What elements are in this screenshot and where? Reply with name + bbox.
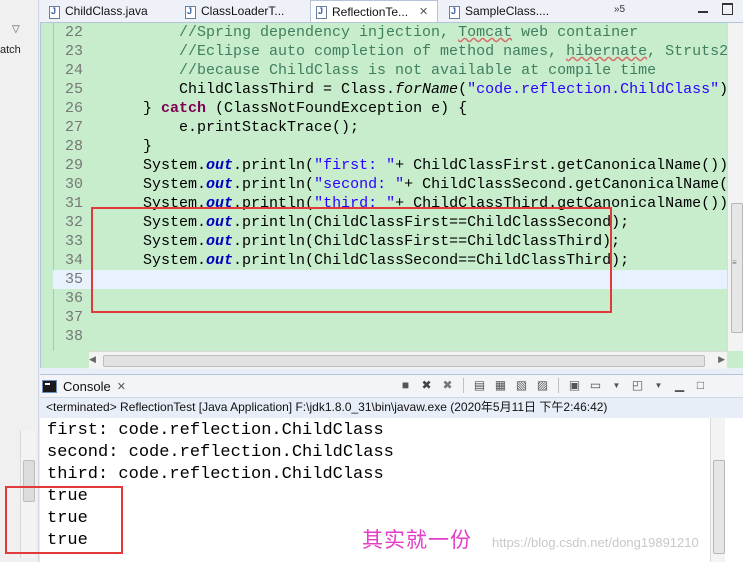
code-text: } (107, 138, 153, 155)
open-console-dropdown-icon[interactable]: ▼ (651, 378, 666, 393)
java-file-icon (184, 5, 196, 19)
code-line[interactable]: 30 System.out.println("second: "+ ChildC… (53, 175, 743, 194)
line-number: 23 (64, 43, 83, 60)
tab-label: ClassLoaderT... (201, 4, 285, 18)
line-number: 31 (64, 195, 83, 212)
line-number: 33 (64, 233, 83, 250)
line-number: 29 (64, 157, 83, 174)
left-panel-label: atch (0, 44, 21, 56)
tab-childclass[interactable]: ChildClass.java (44, 0, 166, 22)
word-wrap-icon[interactable]: ▧ (514, 378, 529, 393)
line-number: 27 (64, 119, 83, 136)
code-text: } catch (ClassNotFoundException e) { (107, 100, 468, 117)
console-output-line: second: code.reflection.ChildClass (47, 443, 394, 462)
code-line[interactable]: 27 e.printStackTrace(); (53, 118, 727, 137)
open-console-icon[interactable]: ◰ (630, 378, 645, 393)
display-console-dropdown-icon[interactable]: ▼ (609, 378, 624, 393)
maximize-icon[interactable]: □ (693, 378, 708, 393)
tab-console[interactable]: Console ✕ (42, 375, 126, 397)
console-output-line: third: code.reflection.ChildClass (47, 465, 384, 484)
code-line[interactable]: 38 (53, 327, 727, 346)
code-text: //Spring dependency injection, Tomcat we… (179, 24, 639, 41)
line-number: 26 (64, 100, 83, 117)
java-file-icon (48, 5, 60, 19)
stop-icon[interactable]: ■ (398, 378, 413, 393)
console-icon (42, 379, 57, 393)
scroll-right-icon[interactable]: ▶ (718, 354, 725, 365)
tab-label: ChildClass.java (65, 4, 148, 18)
code-line[interactable]: 22 //Spring dependency injection, Tomcat… (53, 23, 727, 42)
watermark: https://blog.csdn.net/dong19891210 (492, 535, 699, 550)
code-line[interactable]: 23 //Eclipse auto completion of method n… (53, 42, 729, 61)
code-text: //Eclipse auto completion of method name… (179, 43, 729, 60)
line-number: 34 (64, 252, 83, 269)
annotation-box-output (5, 486, 123, 554)
close-icon[interactable]: ✕ (117, 380, 126, 393)
console-output-line: first: code.reflection.ChildClass (47, 421, 384, 440)
pin-console-icon[interactable]: ▣ (567, 378, 582, 393)
code-text: //because ChildClass is not available at… (179, 62, 657, 79)
java-file-icon (448, 5, 460, 19)
tabs-overflow-button[interactable]: »5 (614, 4, 625, 15)
remove-launch-icon[interactable]: ✖ (419, 378, 434, 393)
line-number: 28 (64, 138, 83, 155)
tab-reflectiontest[interactable]: ReflectionTe... ✕ (310, 0, 438, 22)
code-line[interactable]: 26 } catch (ClassNotFoundException e) { (53, 99, 727, 118)
remove-all-launches-icon[interactable]: ✖ (440, 378, 455, 393)
tab-classloadertest[interactable]: ClassLoaderT... (180, 0, 302, 22)
code-text: ChildClassThird = Class.forName("code.re… (107, 81, 737, 98)
code-text: e.printStackTrace(); (107, 119, 360, 136)
line-number: 32 (64, 214, 83, 231)
tab-sampleclass[interactable]: SampleClass.... (444, 0, 572, 22)
code-text: System.out.println("second: "+ ChildClas… (107, 176, 743, 193)
maximize-icon[interactable] (722, 3, 733, 15)
tab-label: ReflectionTe... (332, 4, 409, 19)
line-number: 24 (64, 62, 83, 79)
line-number: 38 (64, 328, 83, 345)
minimize-icon[interactable]: ▁ (672, 378, 687, 393)
line-number: 36 (64, 290, 83, 307)
close-icon[interactable]: ✕ (419, 5, 428, 18)
display-console-icon[interactable]: ▭ (588, 378, 603, 393)
scroll-left-icon[interactable]: ◀ (89, 354, 96, 365)
minimize-icon[interactable] (698, 11, 708, 13)
code-line[interactable]: 24 //because ChildClass is not available… (53, 61, 727, 80)
editor-vertical-scrollbar[interactable]: ≡ (727, 23, 743, 351)
line-number: 22 (64, 24, 83, 41)
console-view-bar: Console ✕ ■ ✖ ✖ ▤ ▦ ▧ ▨ ▣ ▭ ▼ ◰ ▼ ▁ □ (40, 374, 743, 398)
console-launch-info: <terminated> ReflectionTest [Java Applic… (46, 400, 608, 414)
line-number: 35 (64, 271, 83, 288)
java-file-icon (315, 5, 327, 19)
line-number: 30 (64, 176, 83, 193)
line-number: 37 (64, 309, 83, 326)
tab-label: SampleClass.... (465, 4, 550, 18)
line-number: 25 (64, 81, 83, 98)
left-panel-strip: ▽ atch (0, 0, 39, 562)
code-editor[interactable]: 22 //Spring dependency injection, Tomcat… (40, 23, 743, 369)
show-on-output-icon[interactable]: ▨ (535, 378, 550, 393)
code-line[interactable]: 29 System.out.println("first: "+ ChildCl… (53, 156, 737, 175)
annotation-text: 其实就一份 (362, 528, 472, 552)
code-line[interactable]: 25 ChildClassThird = Class.forName("code… (53, 80, 737, 99)
code-text: System.out.println("first: "+ ChildClass… (107, 157, 738, 174)
console-title: Console (63, 378, 111, 394)
editor-horizontal-scrollbar[interactable]: ◀ ▶ (89, 351, 727, 369)
clear-console-icon[interactable]: ▤ (472, 378, 487, 393)
console-vertical-scrollbar[interactable] (710, 418, 725, 562)
chevron-down-icon[interactable]: ▽ (12, 24, 20, 35)
annotation-box-code (91, 207, 612, 313)
editor-tab-bar: ChildClass.java ClassLoaderT... Reflecti… (40, 0, 743, 23)
code-line[interactable]: 28 } (53, 137, 727, 156)
scroll-lock-icon[interactable]: ▦ (493, 378, 508, 393)
